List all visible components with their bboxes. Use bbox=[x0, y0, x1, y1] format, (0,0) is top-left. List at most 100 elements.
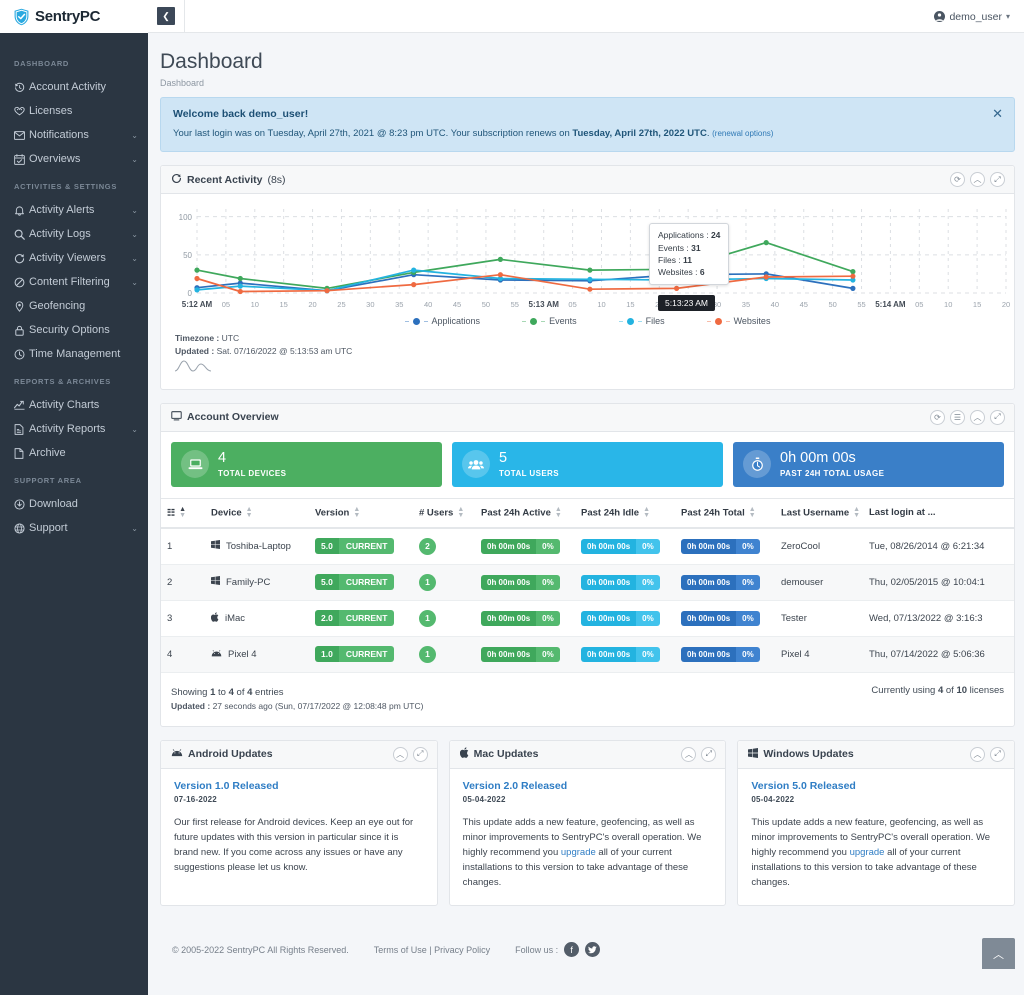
sidebar-item-activity-logs[interactable]: Activity Logs ⌄ bbox=[0, 222, 148, 246]
collapse-button[interactable]: ︿ bbox=[681, 746, 697, 762]
user-menu[interactable]: demo_user ▾ bbox=[934, 0, 1010, 33]
chevron-up-icon[interactable]: ︿ bbox=[982, 938, 1015, 970]
chart-footer-info: Timezone : UTC Updated : Sat. 07/16/2022… bbox=[171, 328, 1004, 358]
sidebar-item-label: Time Management bbox=[29, 348, 121, 360]
idle-badge: 0h 00m 00s 0% bbox=[581, 646, 660, 662]
sidebar-item-overviews[interactable]: Overviews ⌄ bbox=[0, 147, 148, 171]
sort-icon[interactable]: ▲ ▼ bbox=[457, 506, 464, 519]
activity-chart[interactable]: 0 50 100 5:12 AM 05 10 15 20 25 30 35 40 45 50 55 5:13 … bbox=[171, 203, 1010, 313]
sidebar-item-time-management[interactable]: Time Management bbox=[0, 342, 148, 366]
renewal-options-link[interactable]: (renewal options) bbox=[712, 129, 773, 138]
refresh-button[interactable]: ⟳ bbox=[930, 409, 945, 425]
sidebar-item-activity-viewers[interactable]: Activity Viewers ⌄ bbox=[0, 246, 148, 270]
total-percent: 0% bbox=[736, 646, 760, 662]
update-card-tools: ︿ ⤢ bbox=[970, 746, 1006, 762]
sidebar-item-geofencing[interactable]: Geofencing bbox=[0, 294, 148, 318]
column-header-past-24h-active[interactable]: Past 24h Active ▲ ▼ bbox=[475, 497, 575, 529]
terms-of-use-link[interactable]: Terms of Use bbox=[374, 945, 427, 955]
update-card-android-updates: Android Updates ︿ ⤢ Version 1.0 Released 07-… bbox=[160, 739, 438, 907]
sort-icon[interactable]: ▲ ▼ bbox=[643, 506, 650, 519]
sidebar-item-label: Download bbox=[29, 498, 78, 510]
sort-icon[interactable]: ▲ ▼ bbox=[555, 506, 562, 519]
facebook-icon[interactable]: f bbox=[564, 942, 580, 958]
column-header-past-24h-total[interactable]: Past 24h Total ▲ ▼ bbox=[675, 497, 775, 529]
legend-item-files[interactable]: Files bbox=[618, 316, 665, 326]
update-body-text: This update adds a new feature, geofenci… bbox=[463, 815, 713, 891]
legend-item-events[interactable]: Events bbox=[522, 316, 577, 326]
column-header-label: Last Username bbox=[781, 507, 850, 519]
stat-card-past-24h-total-usage[interactable]: 0h 00m 00s PAST 24h TOTAL USAGE bbox=[733, 441, 1004, 487]
stat-card-total-devices[interactable]: 4 TOTAL DEVICES bbox=[171, 441, 442, 487]
total-time: 0h 00m 00s bbox=[681, 646, 737, 662]
page-footer: © 2005-2022 SentryPC All Rights Reserved… bbox=[160, 932, 1015, 970]
legend-item-websites[interactable]: Websites bbox=[706, 316, 770, 326]
upgrade-link[interactable]: upgrade bbox=[850, 847, 885, 858]
column-header-version[interactable]: Version ▲ ▼ bbox=[309, 497, 413, 529]
column-header-past-24h-idle[interactable]: Past 24h Idle ▲ ▼ bbox=[575, 497, 675, 529]
sidebar-item-label: Support bbox=[29, 522, 68, 534]
collapse-button[interactable]: ︿ bbox=[970, 746, 986, 762]
column-header-last-username[interactable]: Last Username ▲ ▼ bbox=[775, 497, 863, 529]
sidebar-item-activity-charts[interactable]: Activity Charts bbox=[0, 393, 148, 417]
expand-button[interactable]: ⤢ bbox=[990, 172, 1005, 188]
sidebar-item-download[interactable]: Download bbox=[0, 492, 148, 516]
sidebar-item-licenses[interactable]: Licenses bbox=[0, 99, 148, 123]
sidebar-item-notifications[interactable]: Notifications ⌄ bbox=[0, 123, 148, 147]
total-percent: 0% bbox=[736, 538, 760, 554]
update-version-link[interactable]: Version 5.0 Released bbox=[751, 780, 1001, 792]
legend-item-applications[interactable]: Applications bbox=[404, 316, 480, 326]
collapse-button[interactable]: ︿ bbox=[970, 409, 985, 425]
collapse-button[interactable]: ︿ bbox=[970, 172, 985, 188]
column-header-label: Version bbox=[315, 507, 350, 519]
upgrade-link[interactable]: upgrade bbox=[561, 847, 596, 858]
users-cell: 1 bbox=[413, 600, 475, 637]
sort-icon[interactable]: ▲ ▼ bbox=[246, 506, 253, 519]
sort-icon[interactable]: ▲ ▼ bbox=[853, 506, 860, 519]
collapse-button[interactable]: ︿ bbox=[392, 746, 408, 762]
tooltip-files-label: Files : bbox=[658, 255, 681, 266]
devices-table-scroll[interactable]: ☷ ▲ ▼ Device ▲ ▼ Version ▲ ▼ # Users ▲ ▼ Past 24h Ac… bbox=[161, 497, 1014, 673]
brand-logo-area[interactable]: SentryPC bbox=[0, 0, 148, 33]
row-number: 2 bbox=[167, 576, 173, 588]
chevron-down-icon: ⌄ bbox=[131, 424, 138, 434]
sort-icon[interactable]: ▲ ▼ bbox=[353, 506, 360, 519]
expand-button[interactable]: ⤢ bbox=[990, 746, 1006, 762]
sidebar-item-security-options[interactable]: Security Options bbox=[0, 318, 148, 342]
sort-icon[interactable]: ▲ ▼ bbox=[749, 506, 756, 519]
expand-button[interactable]: ⤢ bbox=[412, 746, 428, 762]
twitter-icon[interactable] bbox=[585, 942, 601, 958]
expand-button[interactable]: ⤢ bbox=[990, 409, 1005, 425]
sidebar-item-support[interactable]: Support ⌄ bbox=[0, 516, 148, 540]
table-row[interactable]: 2 Family-PC 5.0 CURRENT 1 0h 00m 00s 0% 0h 00m … bbox=[161, 564, 1014, 601]
refresh-button[interactable]: ⟳ bbox=[950, 172, 965, 188]
sidebar-item-archive[interactable]: Archive bbox=[0, 441, 148, 465]
sidebar-item-activity-alerts[interactable]: Activity Alerts ⌄ bbox=[0, 198, 148, 222]
android-icon bbox=[211, 649, 222, 660]
stat-label: TOTAL USERS bbox=[499, 468, 559, 478]
sidebar-item-activity-reports[interactable]: Activity Reports ⌄ bbox=[0, 417, 148, 441]
privacy-policy-link[interactable]: Privacy Policy bbox=[434, 945, 490, 955]
idle-percent: 0% bbox=[636, 574, 660, 590]
table-row[interactable]: 1 Toshiba-Laptop 5.0 CURRENT 2 0h 00m 00s 0% 0h… bbox=[161, 527, 1014, 565]
past24h-total-cell: 0h 00m 00s 0% bbox=[675, 564, 775, 601]
sort-icon[interactable]: ▲ ▼ bbox=[179, 506, 186, 519]
sidebar-item-account-activity[interactable]: Account Activity bbox=[0, 75, 148, 99]
close-icon[interactable]: ✕ bbox=[992, 107, 1003, 120]
table-row[interactable]: 4 Pixel 4 1.0 CURRENT 1 0h 00m 00s 0% 0h 00m 00… bbox=[161, 636, 1014, 673]
column-header-last-login-at-[interactable]: Last login at ... bbox=[863, 497, 1014, 529]
table-row[interactable]: 3 iMac 2.0 CURRENT 1 0h 00m 00s 0% 0h 00m 00s 0%… bbox=[161, 600, 1014, 637]
update-date: 05-04-2022 bbox=[462, 794, 506, 804]
update-version-link[interactable]: Version 1.0 Released bbox=[174, 780, 424, 792]
column-header-device[interactable]: Device ▲ ▼ bbox=[205, 497, 309, 529]
update-card-header: Mac Updates ︿ ⤢ bbox=[449, 740, 726, 769]
column-header--users[interactable]: # Users ▲ ▼ bbox=[413, 497, 475, 529]
column-header-index[interactable]: ☷ ▲ ▼ bbox=[161, 497, 205, 529]
list-icon[interactable]: ☰ bbox=[950, 409, 965, 425]
update-version-link[interactable]: Version 2.0 Released bbox=[463, 780, 713, 792]
legend-color-dot bbox=[714, 317, 722, 325]
stat-card-total-users[interactable]: 5 TOTAL USERS bbox=[452, 441, 723, 487]
sidebar-item-content-filtering[interactable]: Content Filtering ⌄ bbox=[0, 270, 148, 294]
sidebar-collapse-button[interactable]: ❮ bbox=[157, 7, 175, 25]
sidebar-item-label: Account Activity bbox=[29, 81, 107, 93]
expand-button[interactable]: ⤢ bbox=[701, 746, 717, 762]
